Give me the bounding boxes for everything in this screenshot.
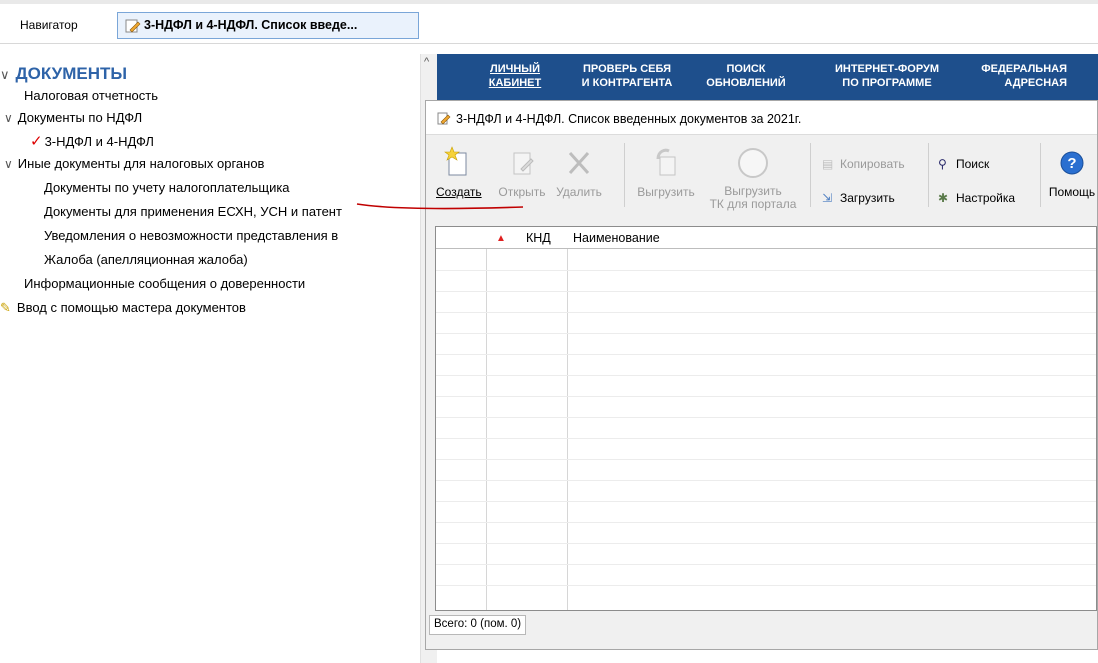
open-document-icon bbox=[513, 152, 534, 175]
grid-row-line bbox=[436, 417, 1096, 418]
tree-item-appeal[interactable]: Жалоба (апелляционная жалоба) bbox=[44, 252, 248, 267]
status-bar: Всего: 0 (пом. 0) bbox=[426, 614, 1097, 636]
grid-row-line bbox=[436, 354, 1096, 355]
delete-x-icon bbox=[568, 151, 590, 175]
tab-navigator[interactable]: Навигатор bbox=[20, 18, 78, 32]
scroll-up-arrow-icon[interactable]: ^ bbox=[424, 56, 429, 68]
red-underline-annotation bbox=[356, 203, 524, 210]
export-button-label: Выгрузить bbox=[637, 185, 695, 199]
window-title: 3-НДФЛ и 4-НДФЛ. Список введенных докуме… bbox=[456, 112, 802, 126]
grid-header: ▲ КНД Наименование bbox=[436, 227, 1096, 249]
document-list-window: 3-НДФЛ и 4-НДФЛ. Список введенных докуме… bbox=[425, 100, 1098, 650]
column-header-knd[interactable]: КНД bbox=[526, 231, 551, 245]
tree-item-3ndfl-4ndfl[interactable]: ✓ 3-НДФЛ и 4-НДФЛ bbox=[30, 132, 154, 150]
tree-item-document-wizard[interactable]: ✎ Ввод с помощью мастера документов bbox=[0, 300, 246, 316]
grid-row-line bbox=[436, 522, 1096, 523]
grid-column-divider bbox=[486, 227, 487, 610]
links-bar: ЛИЧНЫЙ КАБИНЕТ ПРОВЕРЬ СЕБЯ И КОНТРАГЕНТА … bbox=[437, 54, 1098, 102]
grid-row-line bbox=[436, 375, 1096, 376]
grid-row-line bbox=[436, 270, 1096, 271]
grid-row-line bbox=[436, 459, 1096, 460]
tab-document-list-label: 3-НДФЛ и 4-НДФЛ. Список введе... bbox=[144, 18, 358, 32]
svg-text:?: ? bbox=[1067, 155, 1076, 172]
export-button[interactable]: Выгрузить bbox=[631, 141, 701, 199]
wizard-wand-icon: ✎ bbox=[0, 300, 11, 315]
chevron-down-icon[interactable]: ∨ bbox=[0, 67, 10, 82]
sort-ascending-icon[interactable]: ▲ bbox=[496, 233, 506, 244]
documents-grid[interactable]: ▲ КНД Наименование bbox=[435, 226, 1097, 611]
red-check-mark-icon: ✓ bbox=[30, 133, 43, 150]
chevron-down-icon[interactable]: ∨ bbox=[4, 111, 13, 125]
grid-column-divider bbox=[567, 227, 568, 610]
window-title-bar: 3-НДФЛ и 4-НДФЛ. Список введенных докуме… bbox=[426, 101, 1097, 135]
chevron-down-icon[interactable]: ∨ bbox=[4, 157, 13, 171]
help-icon: ? bbox=[1060, 151, 1084, 175]
link-check-counterparty[interactable]: ПРОВЕРЬ СЕБЯ И КОНТРАГЕНТА bbox=[577, 62, 677, 90]
settings-button[interactable]: ✱ Настройка bbox=[938, 191, 1015, 205]
delete-button[interactable]: Удалить bbox=[554, 141, 604, 199]
tree-item-impossibility-notices[interactable]: Уведомления о невозможности представлени… bbox=[44, 228, 338, 243]
load-icon: ⇲ bbox=[822, 191, 833, 205]
gear-icon: ✱ bbox=[938, 191, 949, 205]
link-search-updates[interactable]: ПОИСК ОБНОВЛЕНИЙ bbox=[701, 62, 791, 90]
open-button[interactable]: Открыть bbox=[498, 141, 546, 199]
export-tk-label-line2: ТК для портала bbox=[709, 197, 797, 211]
tree-root-documents[interactable]: ∨ ДОКУМЕНТЫ bbox=[0, 64, 127, 84]
tree-item-other-documents[interactable]: ∨ Иные документы для налоговых органов bbox=[4, 156, 264, 171]
open-button-label: Открыть bbox=[498, 185, 546, 199]
delete-button-label: Удалить bbox=[556, 185, 602, 199]
help-button-label: Помощь bbox=[1048, 185, 1096, 199]
toolbar-separator bbox=[1040, 143, 1041, 207]
export-tk-portal-button[interactable]: Выгрузить ТК для портала bbox=[708, 141, 798, 211]
create-button-label: Создать bbox=[436, 185, 482, 199]
grid-row-line bbox=[436, 564, 1096, 565]
tree-item-taxpayer-registration[interactable]: Документы по учету налогоплательщика bbox=[44, 180, 290, 195]
toolbar-separator bbox=[624, 143, 625, 207]
grid-row-line bbox=[436, 438, 1096, 439]
tab-document-list[interactable]: 3-НДФЛ и 4-НДФЛ. Список введе... bbox=[117, 12, 419, 39]
copy-icon: ▤ bbox=[822, 157, 834, 171]
help-button[interactable]: ? Помощь bbox=[1046, 141, 1098, 199]
grid-row-line bbox=[436, 312, 1096, 313]
load-button[interactable]: ⇲ Загрузить bbox=[822, 191, 895, 205]
navigator-tree: ∨ ДОКУМЕНТЫ Налоговая отчетность ∨ Докумен… bbox=[0, 44, 420, 663]
status-total-count: Всего: 0 (пом. 0) bbox=[429, 615, 527, 635]
binoculars-icon: ⚲ bbox=[938, 157, 947, 171]
tree-item-eskhn-usn-patent[interactable]: Документы для применения ЕСХН, УСН и пат… bbox=[44, 204, 342, 219]
grid-row-line bbox=[436, 480, 1096, 481]
gosuslugi-icon bbox=[738, 148, 768, 178]
create-button[interactable]: Создать bbox=[436, 141, 482, 199]
tree-item-tax-reporting[interactable]: Налоговая отчетность bbox=[24, 88, 158, 103]
copy-button[interactable]: ▤ Копировать bbox=[822, 157, 905, 171]
grid-row-line bbox=[436, 543, 1096, 544]
export-document-icon bbox=[656, 148, 676, 176]
tree-item-ndfl-documents[interactable]: ∨ Документы по НДФЛ bbox=[4, 110, 142, 125]
link-personal-account[interactable]: ЛИЧНЫЙ КАБИНЕТ bbox=[480, 62, 550, 90]
tree-item-power-of-attorney-messages[interactable]: Информационные сообщения о доверенности bbox=[24, 276, 305, 291]
tab-strip: Навигатор 3-НДФЛ и 4-НДФЛ. Список введе.… bbox=[0, 0, 1098, 44]
new-document-icon bbox=[444, 146, 467, 176]
link-federal-address[interactable]: ФЕДЕРАЛЬНАЯ АДРЕСНАЯ bbox=[957, 62, 1067, 90]
document-pencil-icon bbox=[125, 19, 141, 33]
search-button[interactable]: ⚲ Поиск bbox=[938, 157, 989, 171]
grid-row-line bbox=[436, 501, 1096, 502]
toolbar: Создать Открыть Удалить Выгрузить Выгруз… bbox=[426, 137, 1097, 217]
grid-row-line bbox=[436, 396, 1096, 397]
grid-row-line bbox=[436, 291, 1096, 292]
link-internet-forum[interactable]: ИНТЕРНЕТ-ФОРУМ ПО ПРОГРАММЕ bbox=[827, 62, 947, 90]
toolbar-separator bbox=[810, 143, 811, 207]
toolbar-separator bbox=[928, 143, 929, 207]
grid-row-line bbox=[436, 333, 1096, 334]
document-pencil-icon bbox=[437, 112, 451, 125]
grid-row-line bbox=[436, 585, 1096, 586]
window-top-border bbox=[0, 0, 1098, 4]
column-header-name[interactable]: Наименование bbox=[573, 231, 660, 245]
